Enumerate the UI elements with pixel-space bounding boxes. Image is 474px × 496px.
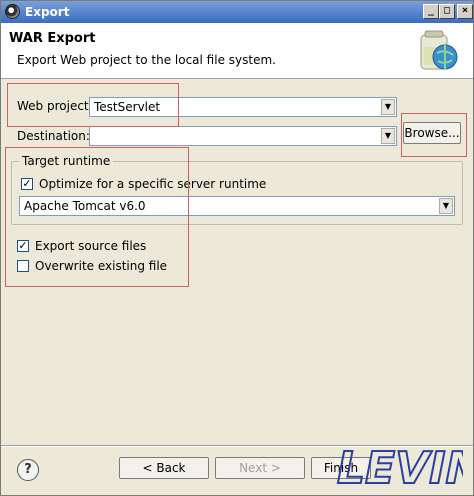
title-bar[interactable]: Export _ □ ×: [1, 1, 473, 23]
close-button[interactable]: ×: [457, 4, 473, 19]
wizard-description: Export Web project to the local file sys…: [17, 53, 276, 67]
back-button[interactable]: < Back: [119, 457, 209, 479]
next-button[interactable]: Next >: [215, 457, 305, 479]
destination-label: Destination:: [17, 129, 90, 143]
highlight-options: [5, 147, 189, 287]
minimize-button[interactable]: _: [423, 4, 439, 19]
export-dialog: Export _ □ × WAR Export Export Web proje…: [0, 0, 474, 496]
maximize-button[interactable]: □: [439, 4, 455, 19]
highlight-browse: [401, 113, 467, 157]
window-title: Export: [25, 5, 70, 19]
levin-watermark: LEVIN: [336, 442, 463, 493]
help-icon[interactable]: ?: [17, 459, 39, 481]
highlight-web-project: [7, 83, 179, 127]
dropdown-arrow-icon[interactable]: ▼: [439, 198, 453, 214]
war-export-icon: [420, 30, 458, 70]
wizard-title: WAR Export: [9, 31, 96, 46]
watermark-text: LEVIN: [337, 443, 463, 493]
dropdown-arrow-icon[interactable]: ▼: [381, 128, 395, 144]
dropdown-arrow-icon[interactable]: ▼: [381, 99, 395, 115]
eclipse-icon: [5, 4, 20, 19]
destination-combo[interactable]: ▼: [89, 126, 397, 146]
wizard-header: WAR Export Export Web project to the loc…: [1, 23, 473, 79]
